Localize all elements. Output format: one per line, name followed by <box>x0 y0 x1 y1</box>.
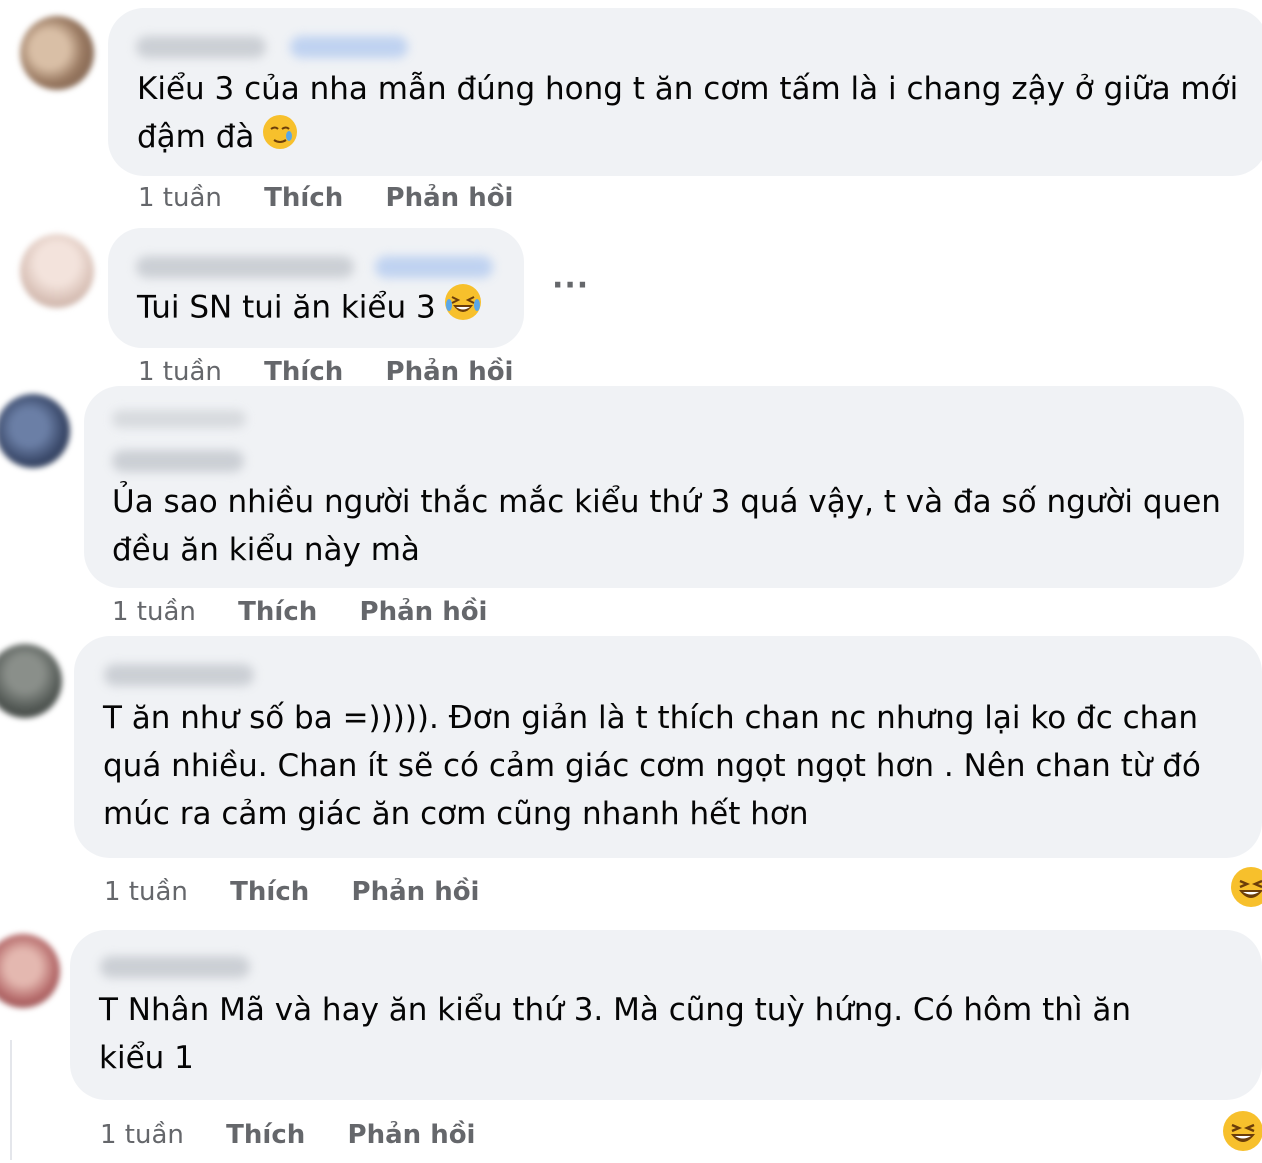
comment-text: Ủa sao nhiều người thắc mắc kiểu thứ 3 q… <box>112 478 1221 574</box>
follow-link[interactable] <box>375 256 493 278</box>
comment-line: Kiểu 3 của nha mẫn đúng hong t ăn cơm tấ… <box>137 71 1239 107</box>
commenter-name[interactable] <box>136 36 266 58</box>
like-button[interactable]: Thích <box>226 1120 305 1150</box>
like-button[interactable]: Thích <box>264 183 343 213</box>
avatar[interactable] <box>0 394 70 468</box>
comment-line: đậm đà <box>137 119 255 155</box>
timestamp[interactable]: 1 tuần <box>100 1120 184 1150</box>
avatar[interactable] <box>0 934 60 1008</box>
timestamp[interactable]: 1 tuần <box>138 183 222 213</box>
comment-text: Tui SN tui ăn kiểu 3 <box>137 283 482 335</box>
commenter-name[interactable] <box>136 256 354 278</box>
commenter-name[interactable] <box>112 450 244 472</box>
comment-actions: 1 tuần Thích Phản hồi <box>104 877 479 907</box>
reply-button[interactable]: Phản hồi <box>386 183 514 213</box>
laughing-tears-emoji <box>444 283 482 335</box>
comment-actions: 1 tuần Thích Phản hồi <box>138 357 513 387</box>
comment-actions: 1 tuần Thích Phản hồi <box>138 183 513 213</box>
commenter-name[interactable] <box>100 956 250 978</box>
avatar[interactable] <box>20 16 94 90</box>
reply-button[interactable]: Phản hồi <box>352 877 480 907</box>
comment-line: đều ăn kiểu này mà <box>112 532 420 568</box>
more-options-button[interactable]: ··· <box>552 268 589 303</box>
comment-text: T Nhân Mã và hay ăn kiểu thứ 3. Mà cũng … <box>99 986 1131 1082</box>
comment-line: T Nhân Mã và hay ăn kiểu thứ 3. Mà cũng … <box>99 992 1131 1028</box>
like-button[interactable]: Thích <box>230 877 309 907</box>
comment-line: T ăn như số ba =))))). Đơn giản là t thí… <box>103 700 1198 736</box>
comment-text: Kiểu 3 của nha mẫn đúng hong t ăn cơm tấ… <box>137 65 1238 164</box>
sad-tear-smile-emoji <box>262 114 298 164</box>
comment-text: T ăn như số ba =))))). Đơn giản là t thí… <box>103 694 1201 838</box>
like-button[interactable]: Thích <box>264 357 343 387</box>
comment-actions: 1 tuần Thích Phản hồi <box>112 597 487 627</box>
timestamp[interactable]: 1 tuần <box>112 597 196 627</box>
comment-line: kiểu 1 <box>99 1040 194 1076</box>
reply-label <box>112 410 246 428</box>
reply-button[interactable]: Phản hồi <box>360 597 488 627</box>
comment-line: quá nhiều. Chan ít sẽ có cảm giác cơm ng… <box>103 748 1201 784</box>
comment-line: Ủa sao nhiều người thắc mắc kiểu thứ 3 q… <box>112 484 1221 520</box>
avatar[interactable] <box>0 644 62 718</box>
timestamp[interactable]: 1 tuần <box>138 357 222 387</box>
follow-link[interactable] <box>290 36 408 58</box>
haha-reaction-icon[interactable] <box>1222 1110 1262 1156</box>
avatar[interactable] <box>20 234 94 308</box>
like-button[interactable]: Thích <box>238 597 317 627</box>
thread-line <box>10 1040 12 1160</box>
comment-line: Tui SN tui ăn kiểu 3 <box>137 289 436 326</box>
reply-button[interactable]: Phản hồi <box>348 1120 476 1150</box>
haha-reaction-icon[interactable] <box>1230 866 1262 912</box>
timestamp[interactable]: 1 tuần <box>104 877 188 907</box>
comment-actions: 1 tuần Thích Phản hồi <box>100 1120 475 1150</box>
comment-line: múc ra cảm giác ăn cơm cũng nhanh hết hơ… <box>103 796 809 832</box>
commenter-name[interactable] <box>104 664 254 686</box>
reply-button[interactable]: Phản hồi <box>386 357 514 387</box>
